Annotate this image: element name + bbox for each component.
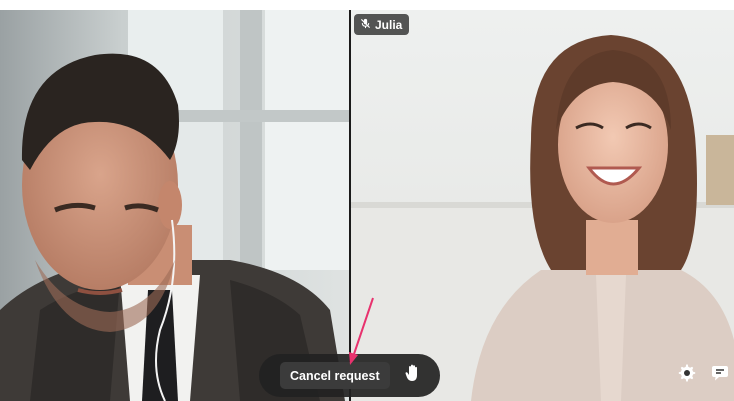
chat-icon: [711, 364, 729, 387]
participant-tile-left: [0, 10, 349, 401]
participant-video-left: [0, 10, 349, 401]
settings-button[interactable]: [677, 364, 697, 387]
hand-icon: [405, 364, 421, 387]
mic-off-icon: [360, 18, 371, 32]
call-control-bar: Cancel request: [259, 354, 440, 397]
participant-name: Julia: [375, 17, 403, 32]
participant-tile-right: [351, 10, 734, 401]
chat-button[interactable]: [710, 365, 730, 385]
raise-hand-button[interactable]: [402, 364, 424, 387]
cancel-request-button[interactable]: Cancel request: [280, 362, 390, 389]
participant-name-badge: Julia: [354, 14, 410, 35]
gear-icon: [678, 364, 696, 387]
participant-video-right: [351, 10, 734, 401]
